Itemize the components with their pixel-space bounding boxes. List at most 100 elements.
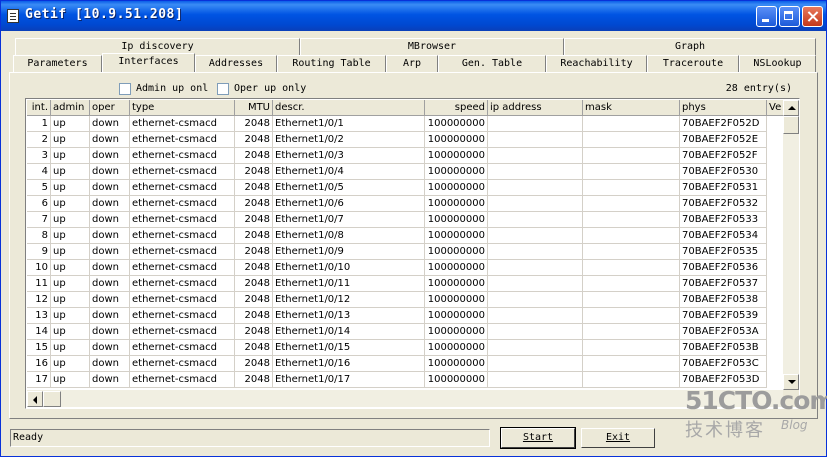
tab-routing-table[interactable]: Routing Table [277,55,386,72]
tab-traceroute[interactable]: Traceroute [647,55,739,72]
cell-admin: up [51,308,90,324]
admin-up-label: Admin up onl [136,83,209,94]
cell-admin: up [51,372,90,388]
cell-int: 7 [27,212,51,228]
arrow-down-icon [788,380,796,384]
minimize-button[interactable] [756,6,777,27]
tab-parameters[interactable]: Parameters [13,55,102,72]
cell-mtu: 2048 [235,196,273,212]
cell-mask [583,276,680,292]
watermark: 51CTO.com 技术博客 Blog [681,386,827,441]
scroll-up-button[interactable] [783,100,799,116]
cell-mask [583,164,680,180]
cell-type: ethernet-csmacd [130,244,235,260]
cell-oper: down [90,356,130,372]
cell-phys: 70BAEF2F0534 [680,228,767,244]
window-title: Getif [10.9.51.208] [25,7,184,22]
oper-up-checkbox[interactable] [217,83,229,95]
table-row[interactable]: 1 up down ethernet-csmacd 2048 Ethernet1/0/1 1… [27,116,783,132]
cell-type: ethernet-csmacd [130,292,235,308]
cell-oper: down [90,212,130,228]
tab-addresses[interactable]: Addresses [195,55,277,72]
cell-mask [583,308,680,324]
tab-graph[interactable]: Graph [564,38,816,55]
table-row[interactable]: 17 up down ethernet-csmacd 2048 Ethernet1/0/1… [27,372,783,388]
cell-mask [583,132,680,148]
column-header-oper[interactable]: oper [90,100,130,116]
cell-speed: 100000000 [425,244,488,260]
column-header-ve[interactable]: Ve [767,100,783,116]
column-header-phys[interactable]: phys [680,100,767,116]
close-button[interactable] [802,6,823,27]
column-header-ip-address[interactable]: ip address [488,100,583,116]
start-button[interactable]: Start [500,427,576,449]
table-row[interactable]: 11 up down ethernet-csmacd 2048 Ethernet1/0/1… [27,276,783,292]
cell-oper: down [90,132,130,148]
column-header-descr[interactable]: descr. [273,100,425,116]
table-row[interactable]: 5 up down ethernet-csmacd 2048 Ethernet1/0/5 1… [27,180,783,196]
horizontal-scrollbar[interactable] [27,390,783,407]
table-row[interactable]: 16 up down ethernet-csmacd 2048 Ethernet1/0/1… [27,356,783,372]
cell-int: 6 [27,196,51,212]
tab-gen-table[interactable]: Gen. Table [438,55,546,72]
cell-int: 17 [27,372,51,388]
table-row[interactable]: 15 up down ethernet-csmacd 2048 Ethernet1/0/1… [27,340,783,356]
table-row[interactable]: 4 up down ethernet-csmacd 2048 Ethernet1/0/4 1… [27,164,783,180]
table-row[interactable]: 14 up down ethernet-csmacd 2048 Ethernet1/0/1… [27,324,783,340]
cell-mask [583,372,680,388]
cell-mtu: 2048 [235,292,273,308]
column-header-speed[interactable]: speed [425,100,488,116]
cell-admin: up [51,356,90,372]
cell-admin: up [51,244,90,260]
table-row[interactable]: 3 up down ethernet-csmacd 2048 Ethernet1/0/3 1… [27,148,783,164]
cell-speed: 100000000 [425,180,488,196]
vertical-scrollbar[interactable] [783,100,799,390]
cell-ip-address [488,148,583,164]
table-row[interactable]: 9 up down ethernet-csmacd 2048 Ethernet1/0/9 1… [27,244,783,260]
table-row[interactable]: 13 up down ethernet-csmacd 2048 Ethernet1/0/1… [27,308,783,324]
cell-descr: Ethernet1/0/10 [273,260,425,276]
cell-mask [583,148,680,164]
cell-oper: down [90,244,130,260]
cell-ip-address [488,372,583,388]
tab-nslookup[interactable]: NSLookup [739,55,816,72]
column-header-admin[interactable]: admin [51,100,90,116]
column-header-type[interactable]: type [130,100,235,116]
cell-speed: 100000000 [425,228,488,244]
tab-reachability[interactable]: Reachability [546,55,647,72]
horizontal-scroll-thumb[interactable] [43,391,61,407]
column-header-int[interactable]: int. [27,100,51,116]
column-header-mtu[interactable]: MTU [235,100,273,116]
cell-mtu: 2048 [235,180,273,196]
vertical-scroll-thumb[interactable] [783,116,799,134]
table-row[interactable]: 2 up down ethernet-csmacd 2048 Ethernet1/0/2 1… [27,132,783,148]
cell-type: ethernet-csmacd [130,148,235,164]
exit-button[interactable]: Exit [581,428,655,448]
cell-speed: 100000000 [425,292,488,308]
tab-mbrowser[interactable]: MBrowser [300,38,564,55]
tab-interfaces[interactable]: Interfaces [102,53,195,72]
cell-int: 15 [27,340,51,356]
admin-up-checkbox[interactable] [119,83,131,95]
cell-speed: 100000000 [425,356,488,372]
main-window: Getif [10.9.51.208] Ip discovery MBrowse… [0,0,827,457]
cell-type: ethernet-csmacd [130,340,235,356]
cell-oper: down [90,164,130,180]
table-row[interactable]: 7 up down ethernet-csmacd 2048 Ethernet1/0/7 1… [27,212,783,228]
maximize-button[interactable] [779,6,800,27]
scroll-left-button[interactable] [27,391,43,407]
cell-type: ethernet-csmacd [130,212,235,228]
table-row[interactable]: 6 up down ethernet-csmacd 2048 Ethernet1/0/6 1… [27,196,783,212]
cell-int: 14 [27,324,51,340]
cell-speed: 100000000 [425,132,488,148]
tab-arp[interactable]: Arp [386,55,438,72]
table-row[interactable]: 12 up down ethernet-csmacd 2048 Ethernet1/0/1… [27,292,783,308]
table-row[interactable]: 8 up down ethernet-csmacd 2048 Ethernet1/0/8 1… [27,228,783,244]
title-bar[interactable]: Getif [10.9.51.208] [1,1,826,31]
cell-oper: down [90,148,130,164]
cell-phys: 70BAEF2F0537 [680,276,767,292]
cell-oper: down [90,276,130,292]
column-header-mask[interactable]: mask [583,100,680,116]
cell-oper: down [90,292,130,308]
table-row[interactable]: 10 up down ethernet-csmacd 2048 Ethernet1/0/1… [27,260,783,276]
